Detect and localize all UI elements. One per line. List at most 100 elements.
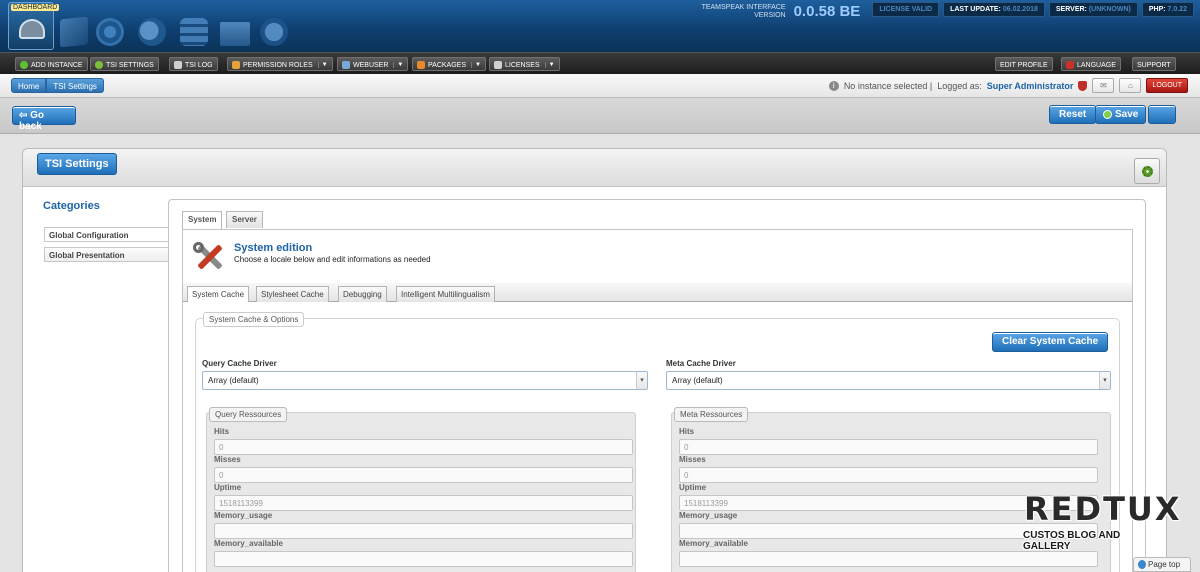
category-global-presentation[interactable]: Global Presentation <box>44 247 169 262</box>
categories-title: Categories <box>43 200 100 212</box>
mail-icon: ✉ <box>1100 81 1107 90</box>
subtab-bar: System Cache Stylesheet Cache Debugging … <box>183 283 1132 302</box>
memory-available-label: Memory_available <box>679 539 748 548</box>
tsi-settings-button[interactable]: TSI SETTINGS <box>90 57 159 71</box>
key-icon <box>232 61 240 69</box>
query-uptime-field[interactable]: 1518113399 <box>214 495 633 511</box>
permission-roles-button[interactable]: PERMISSION ROLES ▼ <box>227 57 333 71</box>
subtab-debugging[interactable]: Debugging <box>338 286 387 302</box>
subtab-multilingualism[interactable]: Intelligent Multilingualism <box>396 286 495 302</box>
packages-button[interactable]: PACKAGES ▼ <box>412 57 486 71</box>
edit-profile-button[interactable]: EDIT PROFILE <box>995 57 1053 71</box>
gear-icon <box>95 61 103 69</box>
license-status: LICENSE VALID <box>872 2 940 17</box>
query-resources-legend: Query Ressources <box>209 407 288 422</box>
memory-usage-label: Memory_usage <box>214 511 273 520</box>
chat-icon[interactable] <box>138 18 166 46</box>
page-top-button[interactable]: Page top <box>1133 557 1191 572</box>
top-header: DASHBOARD TEAMSPEAK INTERFACE VERSION 0.… <box>0 0 1200 52</box>
hits-label: Hits <box>679 427 695 436</box>
chevron-down-icon: ▼ <box>317 62 328 68</box>
redtux-watermark: REDTUX CUSTOS BLOG AND GALLERY <box>1018 490 1180 552</box>
chevron-down-icon: ▾ <box>1099 372 1110 389</box>
folder-icon[interactable] <box>220 22 250 46</box>
session-status: i No instance selected | Logged as: Supe… <box>828 78 1188 93</box>
query-misses-field[interactable]: 0 <box>214 467 633 483</box>
meta-memory-available-field[interactable] <box>679 551 1098 567</box>
query-hits-field[interactable]: 0 <box>214 439 633 455</box>
globe-icon[interactable] <box>260 18 288 46</box>
log-icon <box>174 61 182 69</box>
reset-button[interactable]: Reset <box>1049 105 1097 124</box>
dashboard-label: DASHBOARD <box>11 4 60 11</box>
hits-label: Hits <box>214 427 230 436</box>
query-driver-label: Query Cache Driver <box>202 359 277 368</box>
breadcrumb: Home TSI Settings <box>11 78 104 93</box>
support-button[interactable]: SUPPORT <box>1132 57 1176 71</box>
home-icon: ⌂ <box>1128 81 1133 90</box>
instance-status: No instance selected | <box>843 80 933 91</box>
server-status: SERVER: (UNKNOWN) <box>1048 2 1138 17</box>
edition-subtitle: Choose a locale below and edit informati… <box>234 255 431 264</box>
action-toolbar: ⇦ Go back Reset Save <box>0 98 1200 134</box>
memory-available-label: Memory_available <box>214 539 283 548</box>
database-icon[interactable] <box>180 18 208 46</box>
panel-header: TSI Settings <box>23 149 1166 187</box>
language-button[interactable]: LANGUAGE <box>1061 57 1121 71</box>
current-user[interactable]: Super Administrator <box>987 81 1074 91</box>
instances-icon[interactable] <box>60 16 88 48</box>
watermark-tagline: CUSTOS BLOG AND GALLERY <box>1023 530 1121 552</box>
category-global-configuration[interactable]: Global Configuration <box>44 227 170 242</box>
logout-button[interactable]: LOGOUT <box>1146 78 1188 93</box>
check-icon <box>1103 110 1112 119</box>
chevron-down-icon: ▾ <box>636 372 647 389</box>
server-icon[interactable] <box>96 18 124 46</box>
tab-system[interactable]: System <box>182 211 223 229</box>
webuser-button[interactable]: WEBUSER ▼ <box>337 57 409 71</box>
meta-driver-label: Meta Cache Driver <box>666 359 736 368</box>
meta-hits-field[interactable]: 0 <box>679 439 1098 455</box>
save-button[interactable]: Save <box>1095 105 1147 124</box>
breadcrumb-bar: Home TSI Settings i No instance selected… <box>0 74 1200 98</box>
query-memory-usage-field[interactable] <box>214 523 633 539</box>
chevron-down-icon: ▼ <box>393 62 403 68</box>
misses-label: Misses <box>679 455 706 464</box>
breadcrumb-home[interactable]: Home <box>11 78 47 93</box>
license-icon <box>494 61 502 69</box>
query-driver-select[interactable]: Array (default) ▾ <box>202 371 648 390</box>
arrow-up-icon <box>1138 560 1146 569</box>
subtab-system-cache[interactable]: System Cache <box>187 286 250 302</box>
info-icon: i <box>828 80 839 91</box>
meta-resources-legend: Meta Ressources <box>674 407 749 422</box>
meta-misses-field[interactable]: 0 <box>679 467 1098 483</box>
tools-icon <box>193 242 225 272</box>
settings-gear-button[interactable] <box>1134 158 1160 184</box>
subtab-stylesheet-cache[interactable]: Stylesheet Cache <box>256 286 329 302</box>
query-memory-available-field[interactable] <box>214 551 633 567</box>
dashboard-tile[interactable]: DASHBOARD <box>8 2 60 50</box>
shield-icon <box>1078 80 1088 91</box>
go-back-button[interactable]: ⇦ Go back <box>12 106 76 132</box>
edition-title: System edition <box>234 242 313 254</box>
users-icon <box>342 61 350 69</box>
php-version: PHP: 7.0.22 <box>1141 2 1194 17</box>
dashboard-icon <box>19 19 45 39</box>
add-instance-button[interactable]: ADD INSTANCE <box>15 57 88 71</box>
fieldset-legend: System Cache & Options <box>203 312 305 327</box>
tsi-log-button[interactable]: TSI LOG <box>169 57 218 71</box>
misses-label: Misses <box>214 455 241 464</box>
breadcrumb-current[interactable]: TSI Settings <box>46 78 104 93</box>
uptime-label: Uptime <box>679 483 707 492</box>
clear-cache-button[interactable]: Clear System Cache <box>992 332 1109 352</box>
tab-server[interactable]: Server <box>226 211 263 228</box>
product-name: TEAMSPEAK INTERFACE VERSION <box>701 4 786 19</box>
home-button[interactable]: ⌂ <box>1119 78 1142 93</box>
package-icon <box>417 61 425 69</box>
query-resources-box: Query Ressources Hits 0 Misses 0 Uptime … <box>206 407 636 572</box>
options-button[interactable] <box>1148 105 1176 124</box>
meta-driver-select[interactable]: Array (default) ▾ <box>666 371 1111 390</box>
mail-button[interactable]: ✉ <box>1092 78 1115 93</box>
main-menu: ADD INSTANCE TSI SETTINGS TSI LOG PERMIS… <box>0 52 1200 74</box>
header-info: TEAMSPEAK INTERFACE VERSION 0.0.58 BE LI… <box>702 2 1194 20</box>
licenses-button[interactable]: LICENSES ▼ <box>489 57 560 71</box>
